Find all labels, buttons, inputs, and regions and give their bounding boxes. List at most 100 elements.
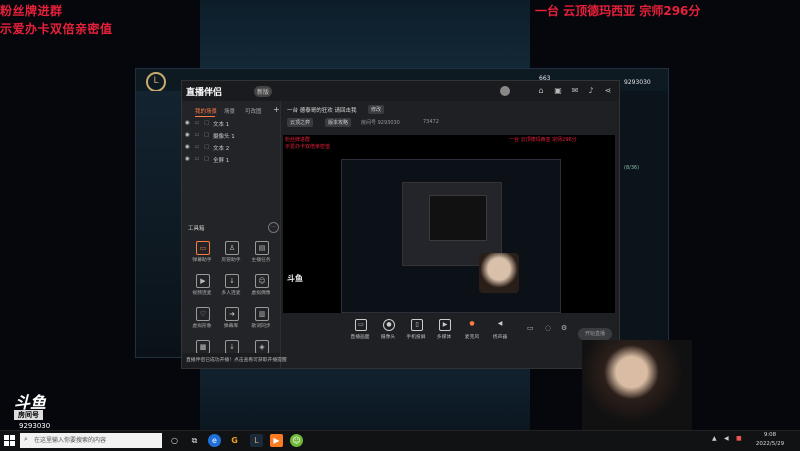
lol-taskbar-icon[interactable]: L	[250, 434, 263, 447]
edge-browser-icon[interactable]: e	[208, 434, 221, 447]
more-icon[interactable]: ···	[268, 222, 279, 233]
preview-overlay-text: 示爱办卡双倍亲密值	[285, 144, 331, 150]
source-label: 全屏 1	[213, 158, 230, 164]
overlay-text-rank: 一台 云顶德玛西亚 宗师296分	[535, 4, 701, 18]
lock-icon[interactable]: ▫	[195, 144, 199, 150]
task-view-icon[interactable]: ⧉	[188, 434, 201, 447]
lol-logo-icon[interactable]: L	[146, 72, 166, 92]
task-view-icon[interactable]: ○	[168, 434, 181, 447]
category-tag[interactable]: 云顶之弈	[287, 118, 314, 127]
eye-icon[interactable]: ◉	[185, 156, 190, 162]
camera-icon: ●	[383, 319, 395, 331]
download-icon: ↓	[225, 340, 239, 354]
source-item[interactable]: ◉ ▫ ▢ 摄像头 1	[182, 132, 280, 143]
taskbar: 在这里输入你要搜索的内容 ⌕ ○ ⧉ e G L ▶ ☺ ▲ ◀ ■ 9:08 …	[0, 430, 800, 451]
eye-icon[interactable]: ◉	[185, 120, 190, 126]
source-item[interactable]: ◉ ▫ ▢ 文本 1	[182, 120, 280, 131]
source-toolbar: ▭ 直播画面 ● 摄像头 ▯ 手机投屏 ▶ 多媒体 ● 麦克风 ◀ 扬声器 ▭ ◌ ⚙	[283, 317, 617, 347]
clip-icon[interactable]: ◌	[545, 324, 551, 332]
source-label: 摄像头 1	[213, 134, 235, 140]
edit-title-button[interactable]: 修改	[368, 105, 385, 114]
overlay-text-fans: 粉丝牌进群	[0, 4, 63, 18]
add-scene-icon[interactable]: +	[273, 105, 280, 114]
tool-virtual-idol[interactable]: ☺ 虚拟偶像	[246, 274, 276, 300]
source-item[interactable]: ◉ ▫ ▢ 文本 2	[182, 144, 280, 155]
start-live-button[interactable]: 开始直播	[578, 328, 612, 340]
preview-overlay-text: 粉丝牌进群	[285, 137, 311, 143]
tool-danmaku-library[interactable]: ➜ 弹幕库	[216, 307, 246, 333]
version-badge[interactable]: 新版	[254, 86, 273, 97]
share-icon[interactable]: ⋖	[603, 86, 613, 96]
app-logo: 直播伴侣	[186, 88, 223, 98]
lol-left-panel	[136, 91, 186, 357]
task-icon: ▤	[255, 241, 269, 255]
eye-icon[interactable]: ◉	[185, 132, 190, 138]
avatar[interactable]	[500, 86, 510, 96]
app-g-icon[interactable]: G	[228, 434, 241, 447]
user-icon: ♙	[225, 241, 239, 255]
streamer-taskbar-icon[interactable]: ▶	[270, 434, 283, 447]
tool-streamer-task[interactable]: ▤ 主播任务	[246, 241, 276, 267]
record-icon[interactable]: ▭	[527, 324, 534, 332]
layers-icon: ◈	[255, 340, 269, 354]
recursive-preview-window	[429, 195, 487, 241]
stream-preview[interactable]: 粉丝牌进群 示爱办卡双倍亲密值 一台 云顶德玛西亚 宗师296分 斗鱼	[283, 135, 615, 313]
bell-icon[interactable]: ♪	[586, 86, 596, 96]
toolbox-title: 工具箱	[188, 226, 205, 232]
screen-source-icon: ▢	[204, 156, 210, 162]
source-item[interactable]: ◉ ▫ ▢ 全屏 1	[182, 156, 280, 167]
tab-editable[interactable]: 可改图	[245, 107, 262, 115]
shirt-icon[interactable]: ⌂	[536, 86, 546, 96]
lock-icon[interactable]: ▣	[553, 86, 563, 96]
phone-icon: ▯	[411, 319, 423, 331]
stream-info: 一台 德泰哥的狂欢 请回击我 修改 云顶之弈 版本攻略 房间号 9293030 …	[285, 103, 615, 133]
search-icon: ⌕	[24, 435, 28, 443]
tool-lyrics-sync[interactable]: ▥ 歌词同步	[246, 307, 276, 333]
streamer-app-header: 直播伴侣 新版 ⌂ ▣ ✉ ♪ ⋖	[182, 81, 619, 101]
tool-video-link[interactable]: ▶ 视频连麦	[187, 274, 217, 300]
doc-icon: ▥	[255, 307, 269, 321]
recursive-preview	[341, 159, 561, 313]
network-icon[interactable]: ▲	[712, 435, 717, 442]
clock-date[interactable]: 2022/5/29	[750, 441, 790, 447]
taskbar-search-input[interactable]: 在这里输入你要搜索的内容	[20, 433, 162, 448]
lock-icon[interactable]: ▫	[195, 120, 199, 126]
subcategory-tag[interactable]: 版本攻略	[325, 118, 352, 127]
room-number: 房间号 9293030	[361, 120, 400, 126]
arrow-icon: ➜	[225, 307, 239, 321]
tab-my-scenes[interactable]: 我的场景	[195, 107, 217, 115]
antivirus-icon[interactable]: ■	[736, 435, 742, 442]
danmaku-icon: ▭	[196, 241, 210, 255]
tool-multi-link[interactable]: ↓ 多人连麦	[216, 274, 246, 300]
windows-start-icon[interactable]	[4, 435, 15, 446]
tab-underline	[195, 116, 215, 117]
speaker-button[interactable]: ◀ 扬声器	[483, 317, 517, 347]
camera-source-icon: ▢	[204, 132, 210, 138]
preview-camera	[479, 253, 519, 293]
tool-virtual-avatar[interactable]: ♡ 虚拟形象	[187, 307, 217, 333]
eye-icon[interactable]: ◉	[185, 144, 190, 150]
media-icon: ▶	[439, 319, 451, 331]
lol-rank-info: (8/36)	[624, 165, 640, 171]
tool-danmaku-helper[interactable]: ▭ 弹幕助手	[187, 241, 217, 267]
source-label: 文本 2	[213, 146, 230, 152]
lock-icon[interactable]: ▫	[195, 132, 199, 138]
handshake-icon: ♡	[196, 307, 210, 321]
streamer-app-window[interactable]: 直播伴侣 新版 ⌂ ▣ ✉ ♪ ⋖ 我的场景 场景 可改图 + ◉ ▫ ▢ 文本…	[182, 81, 619, 368]
speaker-icon: ◀	[497, 320, 503, 327]
preview-watermark: 斗鱼	[287, 274, 303, 283]
lol-user-id: 9293030	[624, 79, 651, 86]
tool-room-manager[interactable]: ♙ 房管助手	[216, 241, 246, 267]
douyu-room-id: 9293030	[19, 422, 51, 430]
mail-icon[interactable]: ✉	[570, 86, 580, 96]
settings-icon[interactable]: ⚙	[561, 324, 567, 332]
volume-icon[interactable]: ◀	[724, 435, 729, 442]
overlay-text-intimacy: 示爱办卡双倍亲密值	[0, 22, 113, 36]
clock-time[interactable]: 9:08	[750, 432, 790, 438]
tab-scenes[interactable]: 场景	[224, 107, 235, 115]
notice-bar[interactable]: 直播伴侣已成功开播！点击查看可获取开播提醒	[182, 353, 287, 368]
app-green-icon[interactable]: ☺	[290, 434, 303, 447]
gift-icon: ▩	[196, 340, 210, 354]
lock-icon[interactable]: ▫	[195, 156, 199, 162]
stream-title: 一台 德泰哥的狂欢 请回击我	[287, 108, 357, 114]
